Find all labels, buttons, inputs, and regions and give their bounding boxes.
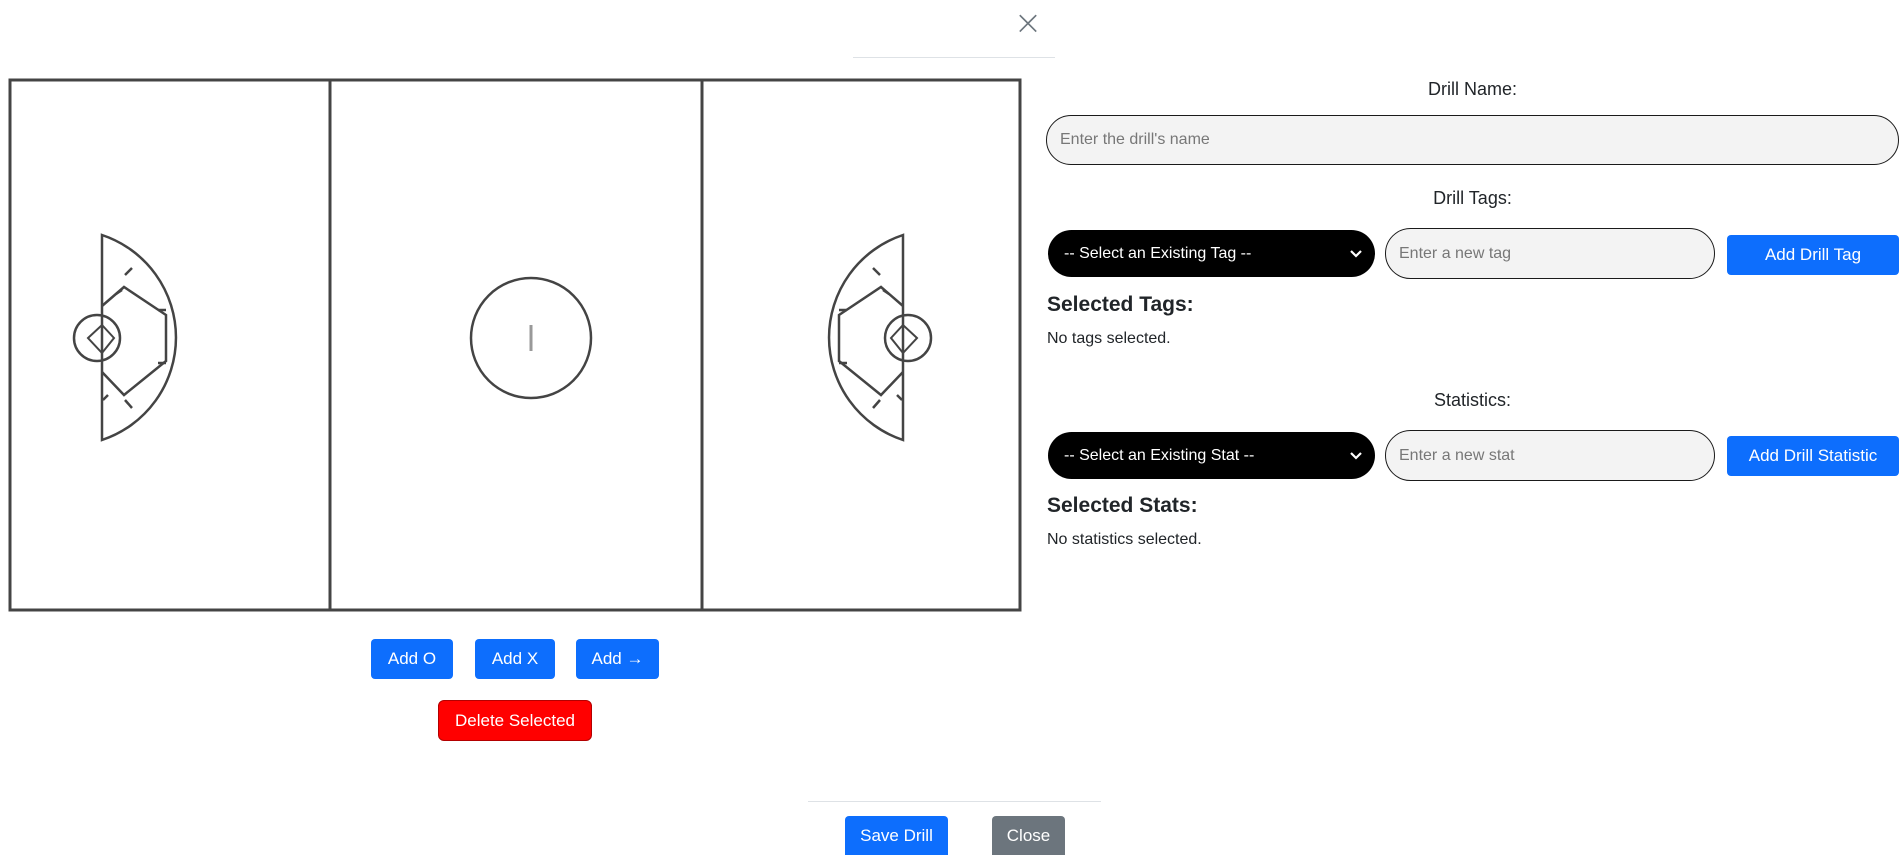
delete-selected-button[interactable]: Delete Selected [438, 700, 592, 741]
chevron-down-icon [1350, 451, 1362, 460]
new-stat-input[interactable] [1385, 430, 1715, 481]
stat-select-value: -- Select an Existing Stat -- [1064, 446, 1255, 464]
tag-select[interactable]: -- Select an Existing Tag -- [1048, 230, 1375, 277]
add-arrow-button[interactable]: Add → [576, 639, 659, 679]
statistics-label: Statistics: [1433, 390, 1512, 410]
selected-tags-heading: Selected Tags: [1047, 293, 1194, 316]
drill-name-input[interactable] [1046, 115, 1899, 165]
drill-canvas[interactable] [8, 78, 1022, 612]
footer-divider [808, 801, 1101, 802]
drill-tags-label: Drill Tags: [1433, 188, 1512, 208]
save-drill-button[interactable]: Save Drill [845, 816, 948, 855]
close-icon[interactable]: × [1013, 6, 1043, 40]
chevron-down-icon [1350, 249, 1362, 258]
add-x-button[interactable]: Add X [475, 639, 555, 679]
header-divider [853, 57, 1055, 58]
tag-select-value: -- Select an Existing Tag -- [1064, 244, 1252, 262]
lacrosse-field-diagram [8, 78, 1022, 612]
drill-name-label: Drill Name: [1427, 79, 1517, 99]
add-o-button[interactable]: Add O [371, 639, 453, 679]
new-tag-input[interactable] [1385, 228, 1715, 279]
close-button[interactable]: Close [992, 816, 1065, 855]
stat-select[interactable]: -- Select an Existing Stat -- [1048, 432, 1375, 479]
selected-stats-empty-text: No statistics selected. [1047, 531, 1202, 548]
selected-stats-heading: Selected Stats: [1047, 494, 1198, 517]
add-drill-tag-button[interactable]: Add Drill Tag [1727, 235, 1899, 275]
add-drill-statistic-button[interactable]: Add Drill Statistic [1727, 436, 1899, 476]
selected-tags-empty-text: No tags selected. [1047, 330, 1171, 347]
